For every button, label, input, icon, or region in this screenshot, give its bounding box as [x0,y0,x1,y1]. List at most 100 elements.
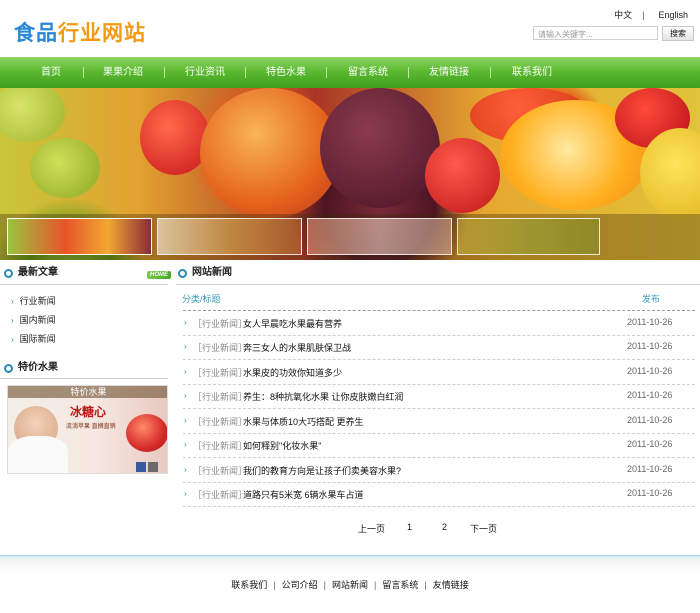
main-nav: 首页 果果介绍 行业资讯 特色水果 留言系统 友情链接 联系我们 [0,57,700,88]
category-label: 行业新闻 [19,296,56,306]
promo-headline: 冰糖心 [70,405,107,419]
nav-item-home[interactable]: 首页 [22,57,80,88]
latest-articles-title: 最新文章 [18,267,58,278]
nav-item-intro[interactable]: 果果介绍 [94,57,152,88]
nav-item-guestbook[interactable]: 留言系统 [339,57,397,88]
news-row[interactable]: › ［行业新闻］ 道路只有5米宽 6辆水果车占道 2011-10-26 [183,483,695,507]
logo-part1: 食品 [14,21,58,45]
nav-separator [326,67,327,78]
lang-english-link[interactable]: English [658,10,688,20]
column-header-date: 发布 [642,294,661,304]
logo-part2: 行业网站 [58,21,146,45]
site-news-header: 网站新闻 [178,262,378,284]
footer-separator: | [374,580,377,590]
pager-page-1[interactable]: 1 [407,522,412,532]
news-row[interactable]: › ［行业新闻］ 如何释别"化妆水果" 2011-10-26 [183,434,695,458]
news-title[interactable]: 养生：8种抗氧化水果 让你皮肤嫩白红润 [243,390,404,403]
share-icon[interactable] [148,462,158,472]
fruit-banner [0,88,700,260]
news-date: 2011-10-26 [627,366,673,376]
promo-person-body [8,436,68,473]
chevron-right-icon: › [184,342,187,351]
chevron-right-icon: › [184,465,187,474]
banner-thumb-2[interactable] [157,218,302,255]
lang-chinese-link[interactable]: 中文 [614,10,632,20]
news-category: ［行业新闻］ [193,466,248,476]
pager-prev[interactable]: 上一页 [358,522,385,535]
news-row[interactable]: › ［行业新闻］ 水果与体质10大巧搭配 更养生 2011-10-26 [183,410,695,434]
search-button[interactable]: 搜索 [662,26,694,41]
news-category: ［行业新闻］ [193,343,248,353]
banner-strawberry2 [425,138,500,213]
share-icon[interactable] [136,462,146,472]
banner-thumb-3[interactable] [307,218,452,255]
nav-item-fruits[interactable]: 特色水果 [257,57,315,88]
section-divider [176,284,700,285]
more-link[interactable]: HOME [147,271,171,279]
category-label: 国际新闻 [19,334,56,344]
banner-strawberry [140,100,210,175]
footer-link-about[interactable]: 公司介绍 [282,580,318,590]
news-row[interactable]: › ［行业新闻］ 奔三女人的水果肌肤保卫战 2011-10-26 [183,336,695,360]
chevron-right-icon: › [11,297,14,306]
site-news-title: 网站新闻 [192,267,232,278]
search-input[interactable]: 请输入关键字... [533,26,658,40]
news-date: 2011-10-26 [627,488,673,498]
news-title[interactable]: 奔三女人的水果肌肤保卫战 [243,341,351,354]
chevron-right-icon: › [11,335,14,344]
news-row[interactable]: › ［行业新闻］ 水果皮的功效你知道多少 2011-10-26 [183,361,695,385]
news-title[interactable]: 水果与体质10大巧搭配 更养生 [243,415,364,428]
footer-separator: | [273,580,276,590]
nav-separator [245,67,246,78]
footer-link-news[interactable]: 网站新闻 [332,580,368,590]
chevron-right-icon: › [184,391,187,400]
section-divider [0,378,168,379]
news-title[interactable]: 水果皮的功效你知道多少 [243,366,342,379]
news-row[interactable]: › ［行业新闻］ 女人早晨吃水果最有营养 2011-10-26 [183,312,695,336]
special-fruits-title: 特价水果 [18,362,58,373]
news-date: 2011-10-26 [627,341,673,351]
news-category: ［行业新闻］ [193,392,248,402]
banner-grapes-purple [320,88,440,208]
news-category: ［行业新闻］ [193,368,248,378]
news-title[interactable]: 我们的教育方向是让孩子们卖美容水果? [243,464,401,477]
site-header: 食品行业网站 中文 | English 请输入关键字... 搜索 [0,0,700,57]
category-item-international[interactable]: › 国际新闻 [11,332,56,345]
news-row[interactable]: › ［行业新闻］ 我们的教育方向是让孩子们卖美容水果? 2011-10-26 [183,459,695,483]
news-title[interactable]: 如何释别"化妆水果" [243,439,321,452]
news-category: ［行业新闻］ [193,441,248,451]
banner-grapes-green [0,88,65,142]
chevron-right-icon: › [184,489,187,498]
table-header-divider [183,310,695,311]
banner-thumb-4[interactable] [457,218,600,255]
footer-link-friends[interactable]: 友情链接 [433,580,469,590]
special-fruit-promo-image[interactable]: 特价水果 冰糖心 流淌苹果 直摘直销 [7,385,168,474]
footer-link-contact[interactable]: 联系我们 [231,580,267,590]
category-item-domestic[interactable]: › 国内新闻 [11,313,56,326]
promo-caption: 特价水果 [8,386,167,398]
news-title[interactable]: 女人早晨吃水果最有营养 [243,317,342,330]
news-title[interactable]: 道路只有5米宽 6辆水果车占道 [243,488,364,501]
footer-separator: | [323,580,326,590]
banner-thumb-1[interactable] [7,218,152,255]
language-switcher: 中文 | English [610,8,688,21]
pager-page-2[interactable]: 2 [442,522,447,532]
column-header-category-title: 分类/标题 [182,294,221,304]
nav-item-contact[interactable]: 联系我们 [503,57,561,88]
category-item-industry[interactable]: › 行业新闻 [11,294,56,307]
banner-peach [200,88,340,218]
pager-next[interactable]: 下一页 [470,522,497,535]
nav-item-industry[interactable]: 行业资讯 [176,57,234,88]
nav-item-links[interactable]: 友情链接 [420,57,478,88]
news-date: 2011-10-26 [627,390,673,400]
news-category: ［行业新闻］ [193,319,248,329]
news-date: 2011-10-26 [627,464,673,474]
news-row[interactable]: › ［行业新闻］ 养生：8种抗氧化水果 让你皮肤嫩白红润 2011-10-26 [183,385,695,409]
news-category: ［行业新闻］ [193,417,248,427]
site-logo[interactable]: 食品行业网站 [14,17,146,47]
footer-link-guestbook[interactable]: 留言系统 [382,580,418,590]
nav-separator [490,67,491,78]
section-bullet-icon [4,269,13,278]
banner-thumbnail-strip [0,214,700,260]
section-bullet-icon [178,269,187,278]
